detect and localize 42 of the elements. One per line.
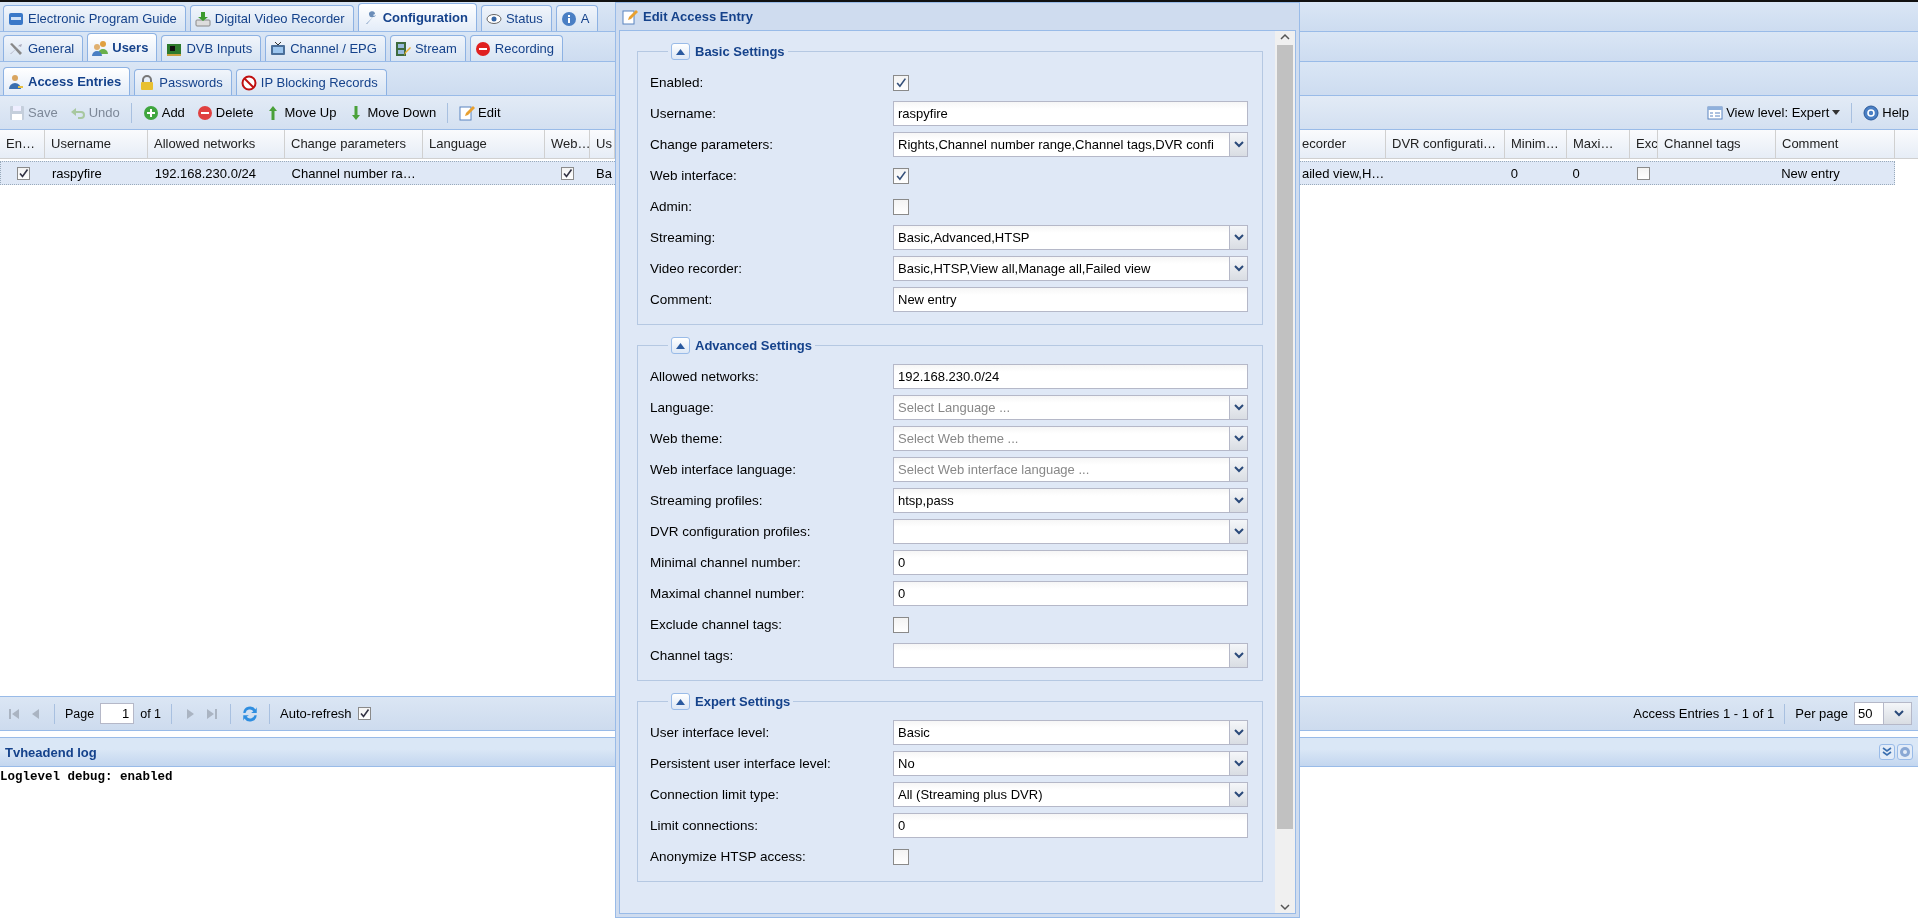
field-label: Channel tags: bbox=[650, 648, 735, 663]
table-cell: ailed view,H… bbox=[1302, 165, 1385, 181]
dialog-title: Edit Access Entry bbox=[643, 9, 754, 24]
field-label: Web interface language: bbox=[650, 462, 798, 477]
section-title: Expert Settings bbox=[695, 694, 791, 709]
field-label: Exclude channel tags: bbox=[650, 617, 784, 632]
field-label: Streaming profiles: bbox=[650, 493, 764, 508]
section-title: Basic Settings bbox=[695, 44, 785, 59]
paging-summary: Access Entries 1 - 1 of 1 bbox=[1633, 706, 1775, 721]
field-label: Limit connections: bbox=[650, 818, 760, 833]
table-cell: Ba bbox=[596, 165, 612, 181]
per-page-label: Per page bbox=[1795, 706, 1848, 721]
field-label: Persistent user interface level: bbox=[650, 756, 832, 771]
auto-refresh-label: Auto-refresh bbox=[280, 706, 352, 721]
field-label: Change parameters: bbox=[650, 137, 775, 152]
panel-title: Tvheadend log bbox=[5, 744, 97, 760]
section-title: Advanced Settings bbox=[695, 338, 813, 353]
table-cell: New entry bbox=[1781, 165, 1840, 181]
table-cell: 0 bbox=[1572, 165, 1580, 181]
field-label: Language: bbox=[650, 400, 715, 415]
field-label: Admin: bbox=[650, 199, 694, 214]
table-cell: Channel number ra… bbox=[291, 165, 416, 181]
field-label: User interface level: bbox=[650, 725, 771, 740]
field-label: Video recorder: bbox=[650, 261, 744, 276]
table-cell: 192.168.230.0/24 bbox=[154, 165, 256, 181]
field-label: Anonymize HTSP access: bbox=[650, 849, 807, 864]
table-cell: 0 bbox=[1510, 165, 1518, 181]
field-label: Web interface: bbox=[650, 168, 738, 183]
page-label: Page bbox=[65, 706, 95, 721]
field-label: DVR configuration profiles: bbox=[650, 524, 812, 539]
field-label: Allowed networks: bbox=[650, 369, 760, 384]
field-label: Maximal channel number: bbox=[650, 586, 806, 601]
log-line: Loglevel debug: enabled bbox=[0, 769, 173, 786]
field-label: Streaming: bbox=[650, 230, 717, 245]
field-label: Enabled: bbox=[650, 75, 705, 90]
field-label: Connection limit type: bbox=[650, 787, 781, 802]
field-label: Comment: bbox=[650, 292, 714, 307]
page-count: of 1 bbox=[140, 706, 162, 721]
field-label: Username: bbox=[650, 106, 718, 121]
table-cell: raspyfire bbox=[51, 165, 102, 181]
field-label: Minimal channel number: bbox=[650, 555, 802, 570]
field-label: Web theme: bbox=[650, 431, 724, 446]
